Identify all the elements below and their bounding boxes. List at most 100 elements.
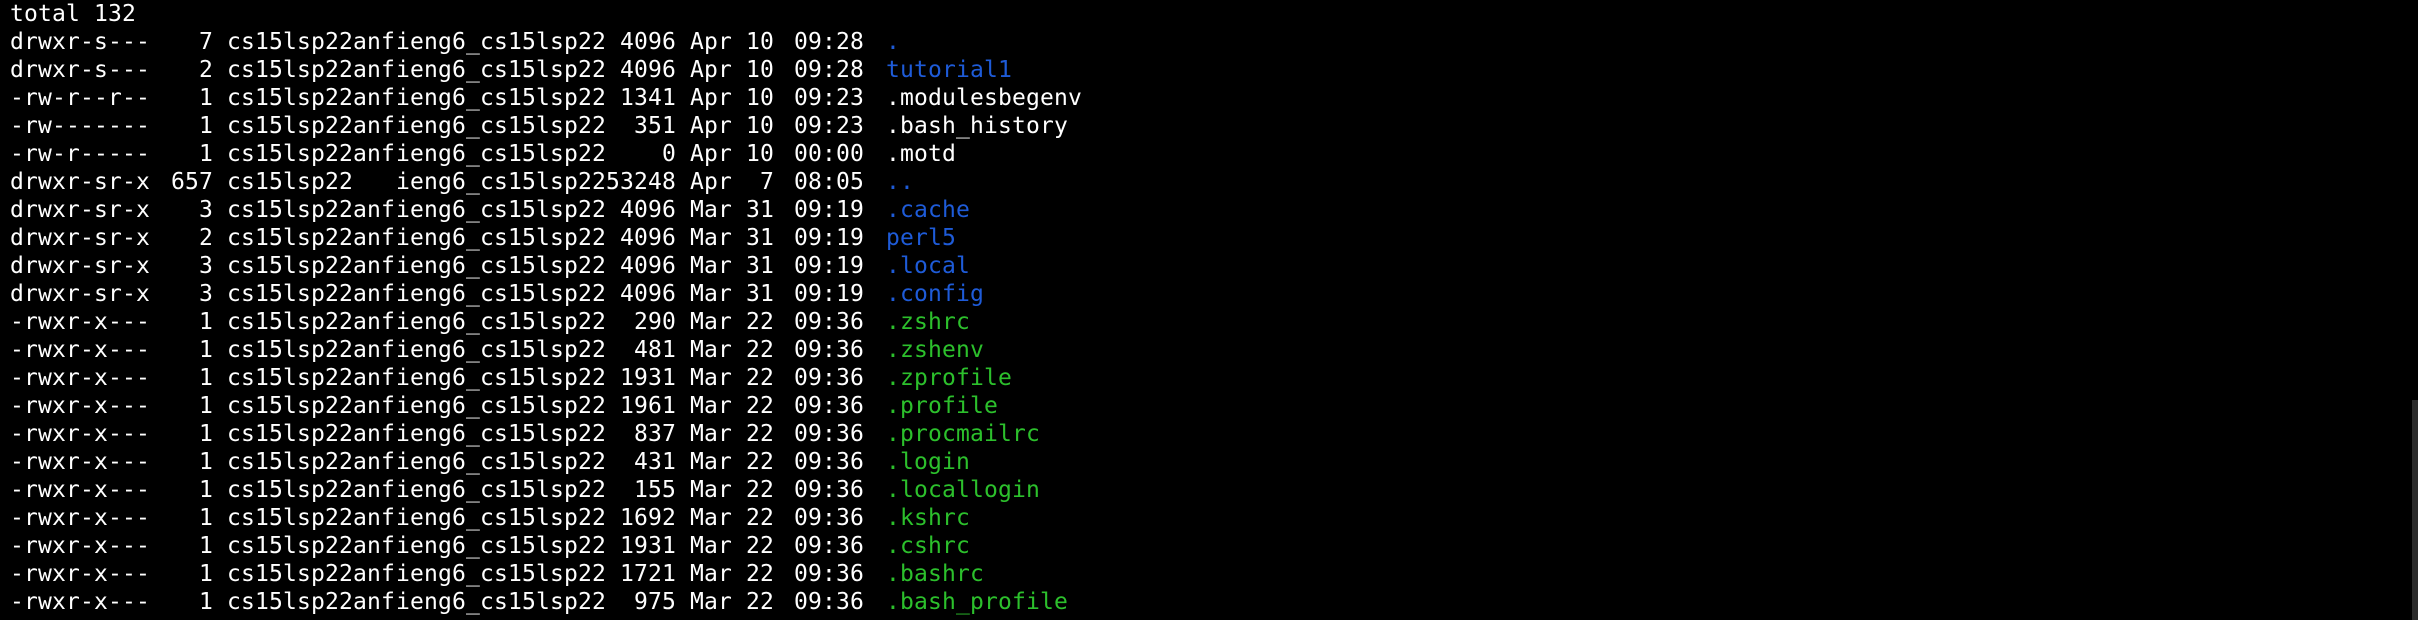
group: ieng6_cs15lsp22 [396,169,606,195]
group: ieng6_cs15lsp22 [396,113,606,139]
permissions: -rwxr-x--- [10,505,150,531]
file-size: 0 [662,141,676,167]
date: Apr 10 [690,113,774,139]
time: 09:19 [794,197,864,223]
group: ieng6_cs15lsp22 [396,141,606,167]
permissions: -rw------- [10,113,150,139]
file-name[interactable]: .bashrc [886,560,984,588]
permissions: -rwxr-x--- [10,449,150,475]
file-name[interactable]: .. [886,168,914,196]
time: 09:19 [794,253,864,279]
file-name[interactable]: .zprofile [886,364,1012,392]
owner: cs15lsp22anf [227,309,395,335]
group: ieng6_cs15lsp22 [396,477,606,503]
group: ieng6_cs15lsp22 [396,365,606,391]
list-item: -rw------- 1 cs15lsp22anfieng6_cs15lsp22 35… [10,112,1082,140]
link-count: 1 [199,533,213,559]
file-size: 4096 [620,281,676,307]
list-item: -rwxr-x--- 1 cs15lsp22anfieng6_cs15lsp22 15… [10,476,1082,504]
list-item: drwxr-sr-x 657 cs15lsp22 ieng6_cs15lsp22532… [10,168,1082,196]
list-item: -rwxr-x--- 1 cs15lsp22anfieng6_cs15lsp22 43… [10,448,1082,476]
link-count: 2 [199,57,213,83]
list-item: -rwxr-x--- 1 cs15lsp22anfieng6_cs15lsp22 19… [10,532,1082,560]
file-name[interactable]: .login [886,448,970,476]
file-size: 4096 [620,57,676,83]
time: 09:36 [794,561,864,587]
link-count: 2 [199,225,213,251]
owner: cs15lsp22anf [227,365,395,391]
time: 09:19 [794,225,864,251]
terminal-scrollbar[interactable] [2412,400,2418,620]
date: Mar 22 [690,449,774,475]
list-item: -rw-r--r-- 1 cs15lsp22anfieng6_cs15lsp22 13… [10,84,1082,112]
permissions: -rwxr-x--- [10,393,150,419]
file-size: 53248 [606,169,676,195]
file-size: 290 [634,309,676,335]
file-size: 1721 [620,561,676,587]
owner: cs15lsp22anf [227,393,395,419]
file-size: 975 [634,589,676,615]
owner: cs15lsp22anf [227,253,395,279]
file-name[interactable]: .profile [886,392,998,420]
file-name[interactable]: . [886,28,900,56]
file-size: 431 [634,449,676,475]
link-count: 1 [199,477,213,503]
terminal-window[interactable]: total 132 drwxr-s--- 7 cs15lsp22anfieng6_c… [0,0,2418,620]
permissions: drwxr-sr-x [10,197,150,223]
link-count: 1 [199,421,213,447]
file-name[interactable]: .modulesbegenv [886,84,1082,112]
file-name[interactable]: .local [886,252,970,280]
group: ieng6_cs15lsp22 [396,253,606,279]
group: ieng6_cs15lsp22 [396,561,606,587]
file-size: 481 [634,337,676,363]
owner: cs15lsp22anf [227,421,395,447]
owner: cs15lsp22anf [227,561,395,587]
date: Mar 31 [690,253,774,279]
file-name[interactable]: .cache [886,196,970,224]
file-size: 1931 [620,533,676,559]
permissions: -rwxr-x--- [10,421,150,447]
owner: cs15lsp22anf [227,337,395,363]
file-name[interactable]: .zshrc [886,308,970,336]
link-count: 3 [199,253,213,279]
date: Apr 10 [690,29,774,55]
list-item: -rwxr-x--- 1 cs15lsp22anfieng6_cs15lsp22 29… [10,308,1082,336]
group: ieng6_cs15lsp22 [396,29,606,55]
file-name[interactable]: .bash_profile [886,588,1068,616]
time: 09:19 [794,281,864,307]
ls-output: total 132 drwxr-s--- 7 cs15lsp22anfieng6_c… [10,0,1082,616]
time: 09:36 [794,449,864,475]
file-name[interactable]: .zshenv [886,336,984,364]
file-name[interactable]: .config [886,280,984,308]
date: Apr 7 [690,169,774,195]
list-item: -rwxr-x--- 1 cs15lsp22anfieng6_cs15lsp22 19… [10,392,1082,420]
owner: cs15lsp22anf [227,505,395,531]
list-item: drwxr-s--- 7 cs15lsp22anfieng6_cs15lsp22 40… [10,28,1082,56]
list-item: -rwxr-x--- 1 cs15lsp22anfieng6_cs15lsp22 48… [10,336,1082,364]
file-size: 837 [634,421,676,447]
group: ieng6_cs15lsp22 [396,505,606,531]
file-name[interactable]: perl5 [886,224,956,252]
time: 09:36 [794,589,864,615]
owner: cs15lsp22anf [227,85,395,111]
owner: cs15lsp22anf [227,477,395,503]
file-size: 1961 [620,393,676,419]
owner: cs15lsp22anf [227,197,395,223]
list-item: -rw-r----- 1 cs15lsp22anfieng6_cs15lsp22 0 A… [10,140,1082,168]
date: Mar 31 [690,225,774,251]
file-name[interactable]: .bash_history [886,112,1068,140]
file-name[interactable]: .cshrc [886,532,970,560]
owner: cs15lsp22anf [227,29,395,55]
file-name[interactable]: .procmailrc [886,420,1040,448]
file-name[interactable]: tutorial1 [886,56,1012,84]
file-name[interactable]: .motd [886,140,956,168]
permissions: -rw-r--r-- [10,85,150,111]
file-size: 1341 [620,85,676,111]
time: 09:36 [794,505,864,531]
owner: cs15lsp22anf [227,57,395,83]
file-name[interactable]: .kshrc [886,504,970,532]
permissions: drwxr-s--- [10,57,150,83]
date: Apr 10 [690,85,774,111]
file-name[interactable]: .locallogin [886,476,1040,504]
permissions: drwxr-sr-x [10,169,150,195]
